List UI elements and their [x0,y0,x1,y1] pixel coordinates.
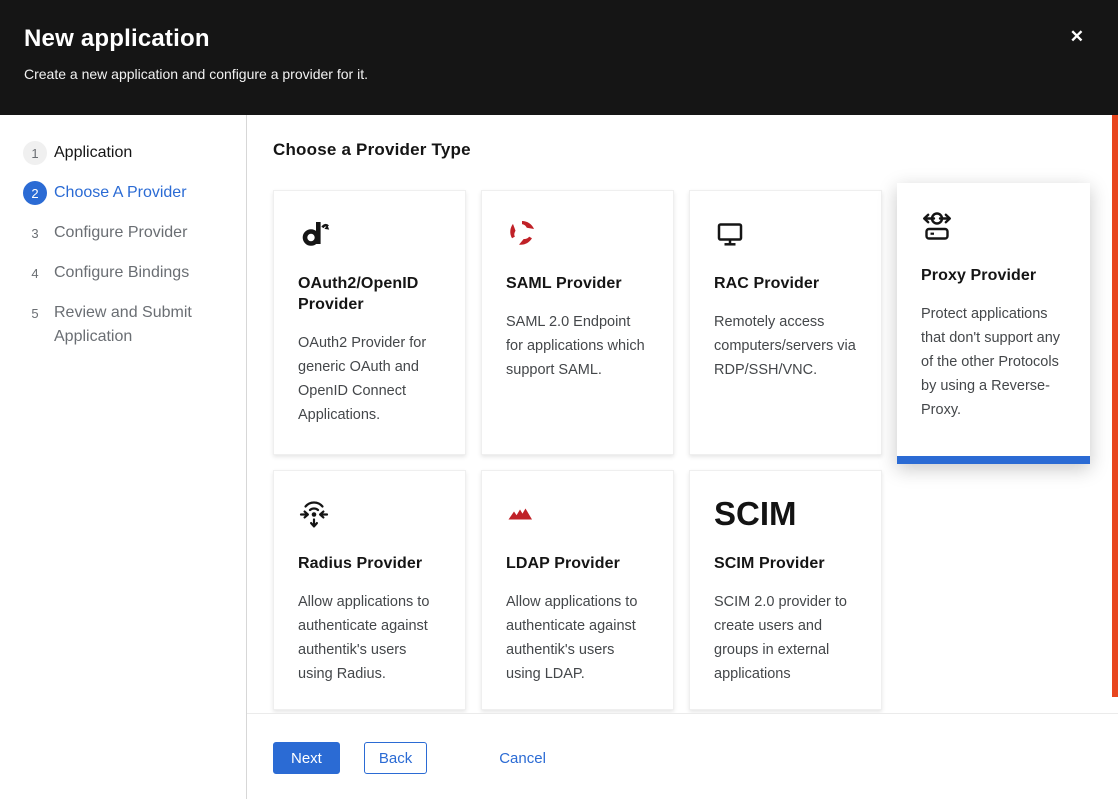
wizard-step-review-and-submit[interactable]: 5 Review and Submit Application [23,301,228,349]
next-button[interactable]: Next [273,742,340,774]
openid-icon [298,215,441,253]
provider-card-description: Remotely access computers/servers via RD… [714,310,857,382]
provider-card-description: Allow applications to authenticate again… [506,590,649,686]
wizard-content-area: Choose a Provider Type OAuth2/O [247,115,1118,713]
provider-card-rac[interactable]: RAC Provider Remotely access computers/s… [689,190,882,455]
step-label: Choose A Provider [54,181,187,205]
step-label: Review and Submit Application [54,301,224,349]
proxy-icon [921,207,1066,245]
provider-card-description: SCIM 2.0 provider to create users and gr… [714,590,857,686]
modal-title: New application [24,25,1094,53]
step-number-badge: 1 [23,141,47,165]
close-icon[interactable]: ✕ [1070,28,1084,45]
monitor-icon [714,215,857,253]
wizard-step-configure-bindings[interactable]: 4 Configure Bindings [23,261,228,285]
provider-card-title: LDAP Provider [506,553,649,574]
provider-card-title: SAML Provider [506,273,649,294]
provider-card-title: SCIM Provider [714,553,857,574]
step-label: Application [54,141,132,165]
radius-icon [298,495,441,533]
wizard-content-column: Choose a Provider Type OAuth2/O [247,115,1118,799]
provider-card-title: OAuth2/OpenID Provider [298,273,441,315]
step-number-badge: 5 [23,301,47,325]
modal-subtitle: Create a new application and configure a… [24,66,1094,82]
step-label: Configure Bindings [54,261,189,285]
back-button[interactable]: Back [364,742,427,774]
scim-logo: SCIM [714,495,857,533]
step-number-badge: 4 [23,261,47,285]
cancel-button[interactable]: Cancel [499,742,546,774]
provider-card-proxy[interactable]: Proxy Provider Protect applications that… [897,183,1090,464]
provider-card-saml[interactable]: SAML Provider SAML 2.0 Endpoint for appl… [481,190,674,455]
saml-icon [506,215,649,253]
provider-card-title: RAC Provider [714,273,857,294]
ldap-icon [506,495,649,533]
wizard-step-configure-provider[interactable]: 3 Configure Provider [23,221,228,245]
provider-card-title: Proxy Provider [921,265,1066,286]
step-number-badge: 3 [23,221,47,245]
provider-card-description: SAML 2.0 Endpoint for applications which… [506,310,649,382]
modal-header: New application Create a new application… [0,0,1118,115]
step-label: Configure Provider [54,221,187,245]
provider-card-description: Allow applications to authenticate again… [298,590,441,686]
new-application-modal: New application Create a new application… [0,0,1118,799]
provider-card-oauth2-openid[interactable]: OAuth2/OpenID Provider OAuth2 Provider f… [273,190,466,455]
provider-card-title: Radius Provider [298,553,441,574]
provider-card-description: Protect applications that don't support … [921,302,1066,422]
scim-logo-text: SCIM [714,496,797,532]
wizard-step-application[interactable]: 1 Application [23,141,228,165]
wizard-step-choose-a-provider[interactable]: 2 Choose A Provider [23,181,228,205]
background-accent-strip [1112,115,1118,697]
modal-body: 1 Application 2 Choose A Provider 3 Conf… [0,115,1118,799]
page-title: Choose a Provider Type [273,139,1118,161]
provider-card-description: OAuth2 Provider for generic OAuth and Op… [298,331,441,427]
step-number-badge: 2 [23,181,47,205]
wizard-footer: Next Back Cancel [247,713,1118,799]
wizard-steps-nav: 1 Application 2 Choose A Provider 3 Conf… [0,115,247,799]
provider-card-ldap[interactable]: LDAP Provider Allow applications to auth… [481,470,674,710]
provider-type-grid: OAuth2/OpenID Provider OAuth2 Provider f… [273,190,1090,710]
provider-card-scim[interactable]: SCIM SCIM Provider SCIM 2.0 provider to … [689,470,882,710]
provider-card-radius[interactable]: Radius Provider Allow applications to au… [273,470,466,710]
